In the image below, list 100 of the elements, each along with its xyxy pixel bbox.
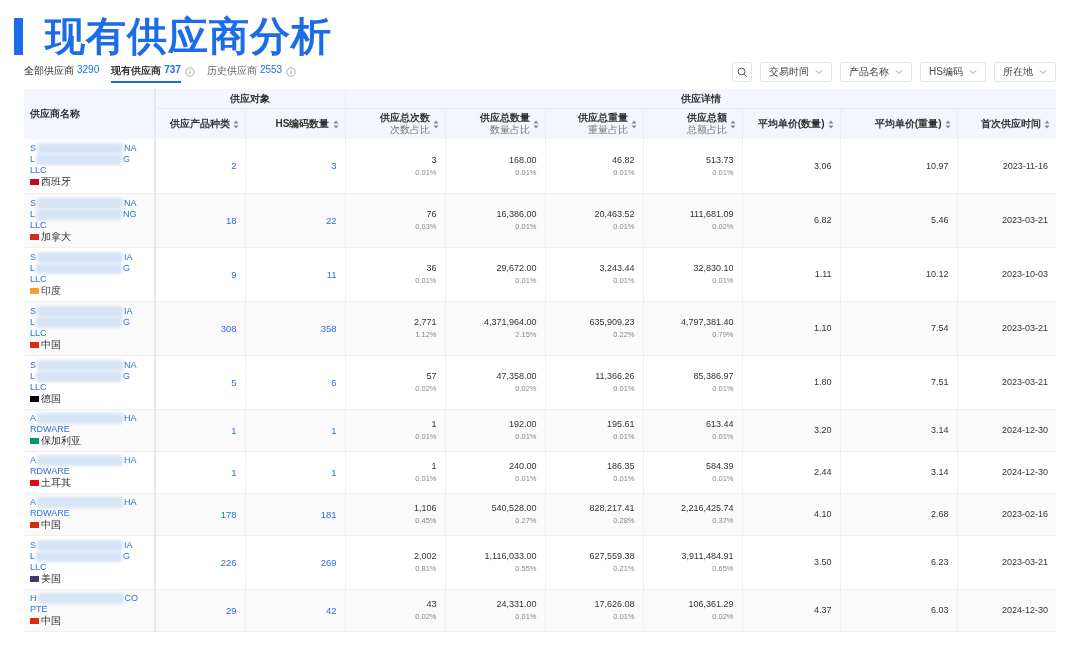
table-cell-text: 2.44 bbox=[812, 467, 832, 477]
supplier-name-text[interactable]: HA bbox=[124, 413, 137, 424]
supplier-name-text[interactable]: L bbox=[30, 208, 35, 220]
table-cell-text: 3.06 bbox=[812, 160, 832, 171]
sort-icon[interactable] bbox=[827, 119, 834, 129]
count-link[interactable]: 3 bbox=[331, 160, 337, 172]
sort-icon[interactable] bbox=[232, 119, 239, 129]
supplier-name-text[interactable]: RDWARE bbox=[30, 466, 70, 477]
supplier-name-text[interactable]: G bbox=[123, 154, 131, 166]
chevron-down-icon bbox=[969, 69, 977, 75]
supplier-name-text[interactable]: G bbox=[123, 316, 131, 328]
supplier-name-text[interactable]: L bbox=[30, 316, 35, 328]
column-header[interactable]: 供应总额 bbox=[686, 112, 727, 124]
table-cell-text: 540,528.00 bbox=[490, 503, 537, 513]
count-link[interactable]: 358 bbox=[320, 322, 337, 334]
supplier-name-text[interactable]: L bbox=[30, 262, 35, 274]
supplier-name-text[interactable]: A bbox=[30, 455, 36, 466]
count-link[interactable]: 5 bbox=[231, 376, 237, 388]
supplier-name-text[interactable]: IA bbox=[124, 251, 133, 263]
count-link[interactable]: 308 bbox=[220, 322, 237, 334]
supplier-name-text[interactable]: RDWARE bbox=[30, 424, 70, 435]
supplier-name-text[interactable]: HA bbox=[124, 455, 137, 466]
filter-dropdown[interactable]: HS编码 bbox=[920, 62, 986, 82]
sort-icon[interactable] bbox=[944, 119, 951, 129]
count-link[interactable]: 1 bbox=[231, 424, 237, 436]
table-cell-text: 111,681.09 bbox=[688, 209, 734, 219]
supplier-name-text[interactable]: G bbox=[123, 262, 131, 274]
supplier-name-text[interactable]: HA bbox=[124, 497, 137, 508]
supplier-name-text[interactable]: H bbox=[30, 593, 37, 604]
count-link[interactable]: 2 bbox=[231, 160, 237, 172]
table-cell-text: 11,366.26 bbox=[594, 371, 635, 381]
count-link[interactable]: 42 bbox=[325, 604, 337, 616]
filter-dropdown[interactable]: 产品名称 bbox=[840, 62, 913, 82]
tab[interactable]: 历史供应商 2553 bbox=[206, 61, 283, 83]
table-cell-text: 7.54 bbox=[929, 323, 949, 333]
count-link[interactable]: 11 bbox=[326, 268, 337, 280]
count-link[interactable]: 269 bbox=[320, 556, 337, 568]
supplier-name-text[interactable]: A bbox=[30, 413, 36, 424]
sort-icon[interactable] bbox=[432, 119, 439, 129]
supplier-name-text[interactable]: IA bbox=[124, 305, 133, 317]
info-icon[interactable] bbox=[184, 67, 195, 77]
count-link[interactable]: 181 bbox=[320, 508, 337, 520]
filter-dropdown[interactable]: 交易时间 bbox=[760, 62, 833, 82]
sort-icon[interactable] bbox=[532, 119, 539, 129]
count-link[interactable]: 22 bbox=[325, 214, 337, 226]
count-link[interactable]: 1 bbox=[331, 466, 337, 478]
column-header[interactable]: 供应总次数 bbox=[379, 112, 430, 124]
tab[interactable]: 全部供应商 3290 bbox=[24, 61, 100, 83]
column-header[interactable]: 供应总重量 bbox=[577, 112, 628, 124]
table-cell-text: 195.61 bbox=[605, 419, 635, 429]
sort-icon[interactable] bbox=[630, 119, 637, 129]
supplier-name-text[interactable]: G bbox=[123, 370, 131, 382]
supplier-name-text[interactable]: LLC bbox=[30, 165, 47, 177]
supplier-name-text[interactable]: S bbox=[30, 305, 36, 317]
supplier-name-text[interactable]: S bbox=[30, 539, 36, 551]
supplier-name-text[interactable]: L bbox=[30, 550, 35, 562]
supplier-name-text[interactable]: S bbox=[30, 197, 36, 209]
table-cell-text: 29,672.00 bbox=[495, 263, 537, 273]
supplier-name-text[interactable]: S bbox=[30, 359, 36, 371]
supplier-name-text[interactable]: NA bbox=[124, 143, 137, 155]
supplier-name-text[interactable]: S bbox=[30, 251, 36, 263]
supplier-name-text[interactable]: NA bbox=[124, 197, 137, 209]
supplier-name-text[interactable]: LLC bbox=[30, 381, 47, 393]
sort-icon[interactable] bbox=[332, 119, 339, 129]
supplier-name-text[interactable]: L bbox=[30, 154, 35, 166]
supplier-name-text[interactable]: S bbox=[30, 143, 36, 155]
supplier-name-text[interactable]: RDWARE bbox=[30, 508, 70, 519]
count-link[interactable]: 6 bbox=[331, 376, 337, 388]
filter-dropdown[interactable]: 所在地 bbox=[994, 62, 1056, 82]
supplier-name-text[interactable]: LLC bbox=[30, 219, 47, 231]
table-cell-text: 1.10 bbox=[812, 323, 832, 333]
column-subheader: 重量占比 bbox=[587, 124, 628, 136]
supplier-name-text[interactable]: NG bbox=[123, 208, 137, 220]
supplier-name-text[interactable]: IA bbox=[124, 539, 133, 551]
supplier-name-text[interactable]: L bbox=[30, 370, 35, 382]
column-header[interactable]: 供应总数量 bbox=[479, 112, 530, 124]
supplier-name-text[interactable]: PTE bbox=[30, 604, 48, 615]
supplier-name-text[interactable]: LLC bbox=[30, 327, 47, 339]
table-cell-text: 2023-03-21 bbox=[1000, 377, 1048, 387]
info-icon[interactable] bbox=[286, 67, 297, 77]
count-link[interactable]: 1 bbox=[331, 424, 337, 436]
supplier-name-text[interactable]: LLC bbox=[30, 561, 47, 573]
supplier-name-text[interactable]: LLC bbox=[30, 273, 47, 285]
table-cell-text: 613.44 bbox=[704, 419, 734, 429]
count-link[interactable]: 29 bbox=[225, 604, 237, 616]
count-link[interactable]: 18 bbox=[225, 214, 237, 226]
supplier-name-text[interactable]: NA bbox=[124, 359, 137, 371]
table-cell-text: 6.23 bbox=[929, 557, 949, 567]
supplier-name-text[interactable]: A bbox=[30, 497, 36, 508]
count-link[interactable]: 9 bbox=[231, 268, 237, 280]
page-title: 现有供应商分析 bbox=[45, 16, 332, 56]
sort-icon[interactable] bbox=[1044, 119, 1050, 129]
count-link[interactable]: 1 bbox=[231, 466, 237, 478]
supplier-name-text[interactable]: G bbox=[123, 550, 131, 562]
tab[interactable]: 现有供应商 737 bbox=[111, 61, 181, 83]
sort-icon[interactable] bbox=[729, 119, 736, 129]
count-link[interactable]: 226 bbox=[220, 556, 237, 568]
count-link[interactable]: 178 bbox=[220, 508, 237, 520]
supplier-name-text[interactable]: CO bbox=[124, 593, 138, 604]
search-button[interactable] bbox=[732, 62, 753, 82]
